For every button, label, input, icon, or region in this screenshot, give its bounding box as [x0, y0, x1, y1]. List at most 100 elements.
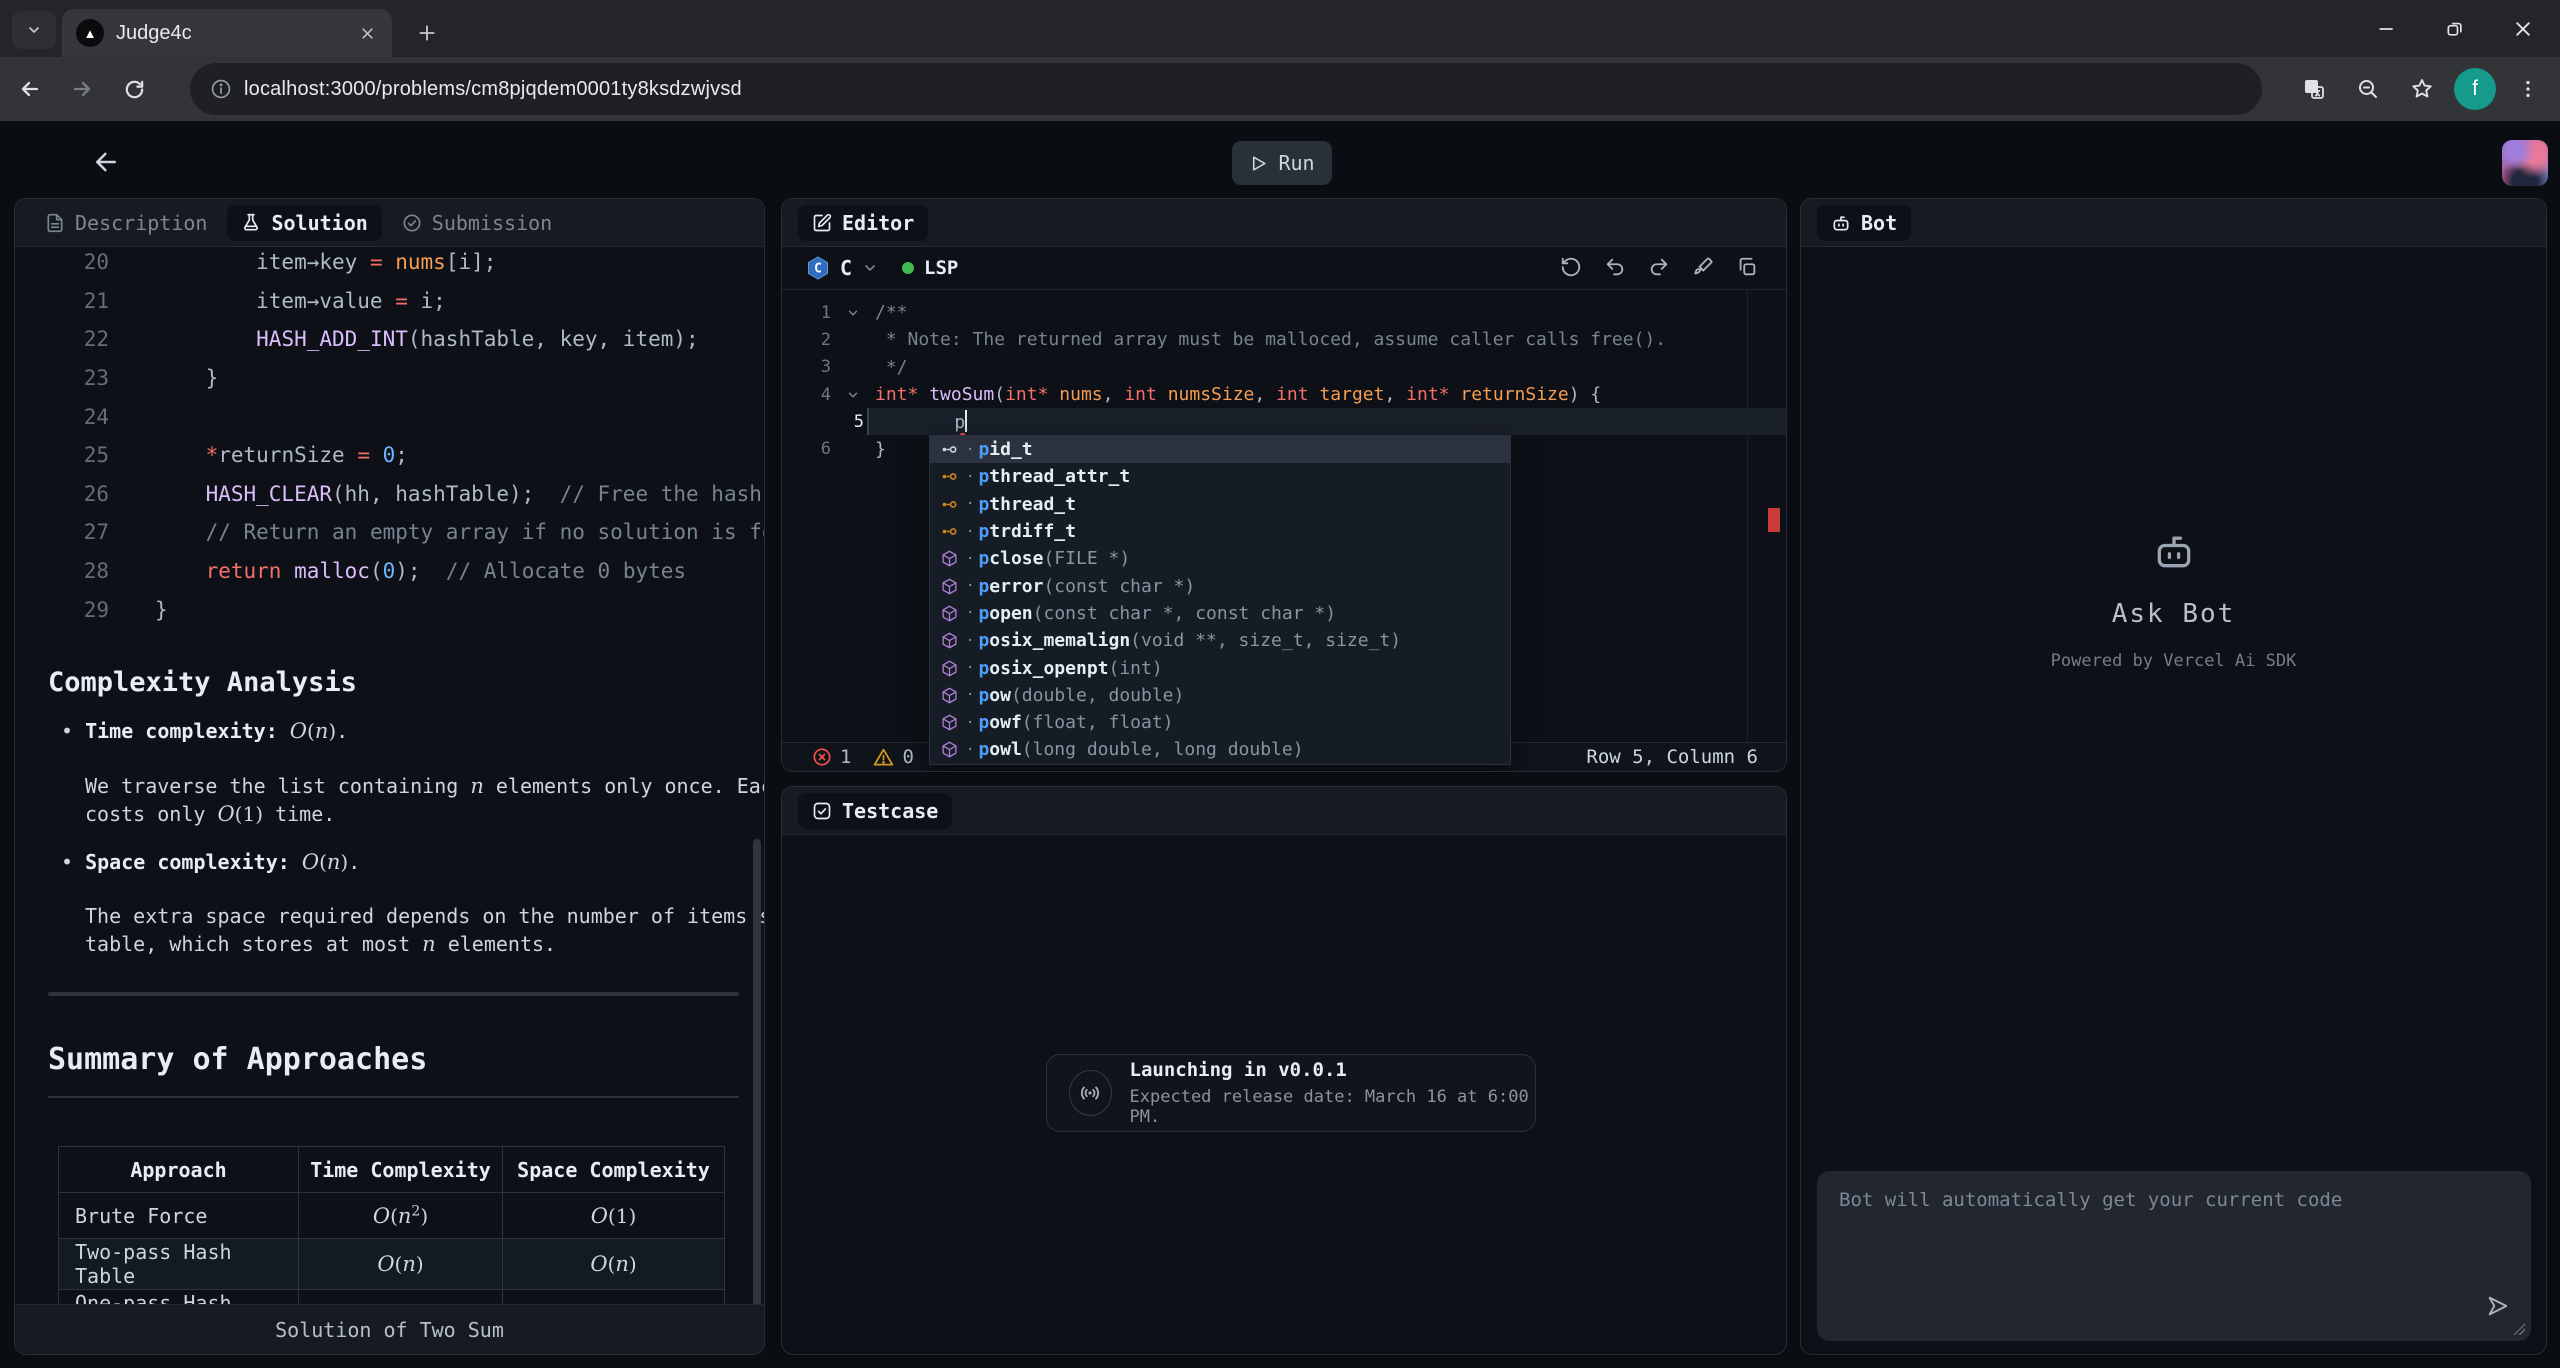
tab-label: Description [75, 211, 207, 235]
tab-editor[interactable]: Editor [798, 205, 928, 241]
url-bar[interactable]: localhost:3000/problems/cm8pjqdem0001ty8… [190, 63, 2262, 115]
suggestion-posix_memalign[interactable]: ·posix_memalign(void **, size_t, size_t) [930, 627, 1510, 654]
suggestion-posix_openpt[interactable]: ·posix_openpt(int) [930, 654, 1510, 681]
summary-heading: Summary of Approaches [48, 1042, 427, 1077]
editor-line-4[interactable]: 4int* twoSum(int* nums, int numsSize, in… [782, 381, 1786, 408]
problem-panel: Description Solution Submission 20 item→… [14, 198, 765, 1355]
table-header: Time Complexity [299, 1147, 503, 1193]
translate-icon[interactable]: G [2292, 67, 2336, 111]
bot-icon [2152, 529, 2196, 573]
tab-label: Testcase [842, 799, 938, 823]
bot-panel-tabs: Bot [1801, 199, 2546, 247]
app-back-button[interactable] [84, 143, 128, 181]
toast-subtitle: Expected release date: March 16 at 6:00 … [1130, 1087, 1535, 1127]
code-line-25: 25 *returnSize = 0; [15, 436, 765, 475]
run-label: Run [1278, 151, 1314, 175]
space-complexity-bullet: • Space complexity: O(n). [61, 850, 360, 874]
autocomplete-popup[interactable]: ·pid_t·pthread_attr_t·pthread_t·ptrdiff_… [929, 435, 1511, 765]
bookmark-star-icon[interactable] [2400, 67, 2444, 111]
close-window-button[interactable] [2504, 10, 2542, 48]
language-select[interactable]: C C LSP [806, 256, 958, 280]
solution-code-block: 20 item→key = nums[i];21 item→value = i;… [15, 243, 765, 629]
tab-close-icon[interactable] [352, 18, 382, 48]
tab-bot[interactable]: Bot [1817, 205, 1911, 241]
format-code-button[interactable] [1692, 256, 1714, 278]
minimize-button[interactable] [2368, 10, 2406, 48]
resize-grip[interactable] [2513, 1323, 2525, 1335]
editor-line-2[interactable]: 2 * Note: The returned array must be mal… [782, 326, 1786, 353]
tab-label: Editor [842, 211, 914, 235]
cursor-position: Row 5, Column 6 [1586, 746, 1758, 768]
redo-button[interactable] [1648, 256, 1670, 278]
bot-empty-title: Ask Bot [1801, 599, 2546, 629]
divider [48, 992, 739, 996]
suggestion-pow[interactable]: ·pow(double, double) [930, 682, 1510, 709]
editor-panel-tabs: Editor [782, 199, 1786, 247]
code-line-26: 26 HASH_CLEAR(hh, hashTable); // Free th… [15, 475, 765, 514]
code-line-21: 21 item→value = i; [15, 282, 765, 321]
radio-icon [1069, 1070, 1112, 1116]
suggestion-ptrdiff_t[interactable]: ·ptrdiff_t [930, 518, 1510, 545]
error-count: 1 [812, 746, 851, 768]
editor-line-3[interactable]: 3 */ [782, 354, 1786, 381]
reset-code-button[interactable] [1560, 256, 1582, 278]
bot-empty-state: Ask Bot Powered by Vercel Ai SDK [1801, 529, 2546, 671]
code-line-28: 28 return malloc(0); // Allocate 0 bytes [15, 552, 765, 591]
chevron-down-icon [862, 260, 878, 276]
flask-icon [241, 213, 261, 233]
rotate-ccw-icon [1560, 256, 1582, 278]
bot-message-input[interactable] [1817, 1171, 2531, 1341]
suggestion-pthread_t[interactable]: ·pthread_t [930, 491, 1510, 518]
suggestion-perror[interactable]: ·perror(const char *) [930, 572, 1510, 599]
browser-tab[interactable]: ▲ Judge4c [62, 9, 392, 57]
kebab-menu-icon[interactable] [2506, 67, 2550, 111]
suggestion-pclose[interactable]: ·pclose(FILE *) [930, 545, 1510, 572]
copy-code-button[interactable] [1736, 256, 1758, 278]
tab-label: Bot [1861, 211, 1897, 235]
circle-x-icon [812, 747, 832, 767]
interface-icon [938, 496, 960, 513]
lsp-label: LSP [924, 257, 958, 279]
editor-line-1[interactable]: 1/** [782, 299, 1786, 326]
editor-toolbar: C C LSP [782, 247, 1786, 290]
interface-icon [938, 523, 960, 540]
new-tab-button[interactable] [408, 14, 446, 52]
reload-button[interactable] [112, 67, 156, 111]
triangle-alert-icon [873, 747, 894, 768]
square-check-icon [812, 801, 832, 821]
suggestion-pid_t[interactable]: ·pid_t [930, 436, 1510, 463]
suggestion-powf[interactable]: ·powf(float, float) [930, 709, 1510, 736]
square-pen-icon [812, 213, 832, 233]
tab-submission[interactable]: Submission [388, 205, 566, 241]
tab-testcase[interactable]: Testcase [798, 793, 952, 829]
restore-button[interactable] [2436, 10, 2474, 48]
code-line-23: 23 } [15, 359, 765, 398]
tab-description[interactable]: Description [31, 205, 221, 241]
bot-input-container [1817, 1171, 2531, 1341]
tab-title: Judge4c [116, 22, 352, 45]
back-button[interactable] [8, 67, 52, 111]
run-button[interactable]: Run [1232, 141, 1332, 185]
zoom-icon[interactable] [2346, 67, 2390, 111]
table-header: Approach [59, 1147, 299, 1193]
browser-tab-strip: ▲ Judge4c [0, 0, 2560, 57]
forward-button[interactable] [60, 67, 104, 111]
judge4c-app: Run Description Solution Submission 20 [0, 121, 2560, 1368]
panel-scrollbar[interactable] [753, 839, 761, 1339]
table-header: Space Complexity [503, 1147, 725, 1193]
time-complexity-bullet: • Time complexity: O(n). [61, 719, 348, 743]
profile-avatar[interactable]: f [2454, 68, 2496, 110]
undo-button[interactable] [1604, 256, 1626, 278]
user-avatar[interactable] [2502, 140, 2548, 186]
tab-search-button[interactable] [12, 11, 56, 49]
editor-line-5[interactable]: 55 p [867, 408, 1786, 435]
send-button[interactable] [2485, 1293, 2511, 1319]
suggestion-powl[interactable]: ·powl(long double, long double) [930, 736, 1510, 763]
site-info-icon[interactable] [210, 78, 232, 100]
tab-solution[interactable]: Solution [227, 205, 381, 241]
editor-actions [1560, 256, 1758, 278]
bot-empty-subtitle: Powered by Vercel Ai SDK [1801, 651, 2546, 671]
suggestion-popen[interactable]: ·popen(const char *, const char *) [930, 600, 1510, 627]
code-line-22: 22 HASH_ADD_INT(hashTable, key, item); [15, 320, 765, 359]
suggestion-pthread_attr_t[interactable]: ·pthread_attr_t [930, 463, 1510, 490]
